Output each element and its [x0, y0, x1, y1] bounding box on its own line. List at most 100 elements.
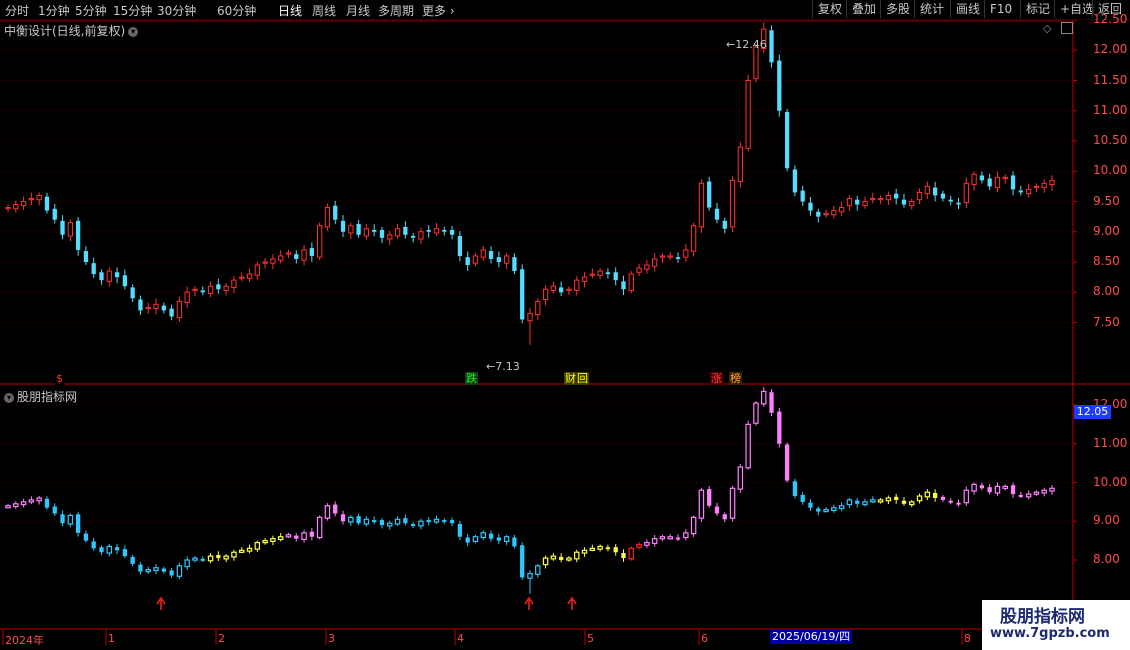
event-marker-4[interactable]: 涨 — [710, 372, 723, 385]
period-tab-1[interactable]: 1分钟 — [38, 2, 70, 19]
candle-body — [99, 272, 104, 281]
toolbar-button-4[interactable]: 画线 — [950, 0, 985, 18]
main-y-tick-label: 11.00 — [1093, 102, 1128, 117]
indicator-bar — [1018, 494, 1023, 497]
toolbar-button-3[interactable]: 统计 — [914, 0, 949, 18]
candle-body — [994, 176, 1001, 189]
diamond-icon[interactable]: ◇ — [1043, 22, 1051, 35]
indicator-bar — [870, 499, 876, 503]
candle-body — [106, 270, 112, 282]
indicator-bar — [169, 570, 174, 576]
candle-body — [161, 305, 166, 311]
event-marker-5[interactable]: 榜 — [729, 372, 742, 385]
indicator-bar — [277, 536, 284, 541]
candle-body — [566, 288, 572, 291]
indicator-bar — [956, 502, 961, 505]
indicator-y-tick-label: 10.00 — [1093, 474, 1128, 489]
indicator-bar — [855, 500, 860, 504]
indicator-bar — [254, 541, 261, 550]
candle-body — [294, 254, 299, 259]
indicator-bar — [877, 499, 884, 503]
event-marker-3[interactable]: 回 — [576, 372, 589, 385]
indicator-bar — [44, 498, 50, 508]
toolbar-button-6[interactable]: 标记 — [1020, 0, 1055, 18]
period-tab-9[interactable]: 多周期 — [378, 2, 414, 19]
indicator-bar — [184, 559, 190, 568]
period-tab-10[interactable]: 更多 › — [422, 2, 455, 19]
period-tab-7[interactable]: 周线 — [312, 2, 336, 19]
period-tab-4[interactable]: 30分钟 — [157, 2, 196, 19]
candle-body — [683, 249, 689, 258]
candle-body — [581, 276, 588, 282]
indicator-bar — [433, 518, 440, 523]
candle-body — [278, 255, 284, 261]
indicator-bar — [963, 489, 970, 504]
period-tab-0[interactable]: 分时 — [5, 2, 29, 19]
candle-body — [184, 291, 190, 304]
indicator-bar — [480, 532, 486, 539]
pane-toggle-icon[interactable] — [1061, 22, 1073, 34]
toolbar-button-2[interactable]: 多股 — [880, 0, 915, 18]
x-axis-label: 6 — [701, 632, 708, 645]
indicator-bar — [784, 444, 790, 481]
candle-body — [675, 257, 681, 259]
candle-body — [246, 273, 253, 279]
watermark-url: www.7gpzb.com — [990, 626, 1110, 641]
candle-body — [169, 308, 174, 317]
indicator-bar — [566, 557, 572, 561]
period-tab-8[interactable]: 月线 — [346, 2, 370, 19]
indicator-bar — [465, 537, 470, 543]
main-pane-title: 中衡设计(日线,前复权) ▾ — [4, 22, 139, 39]
indicator-bar — [161, 568, 166, 572]
period-tab-2[interactable]: 5分钟 — [75, 2, 107, 19]
indicator-bar — [823, 509, 829, 513]
main-y-tick-label: 10.00 — [1093, 163, 1128, 178]
indicator-bar — [636, 543, 642, 548]
candle-body — [963, 182, 969, 204]
last-price-box: 12.05 — [1074, 405, 1111, 419]
chevron-down-icon[interactable]: ▾ — [128, 26, 139, 37]
candle-body — [823, 213, 829, 216]
indicator-bar — [36, 497, 42, 502]
candle-body — [379, 229, 385, 238]
indicator-bar — [550, 555, 557, 560]
period-tab-6[interactable]: 日线 — [278, 2, 302, 19]
candle-body — [44, 196, 50, 211]
indicator-bar — [130, 556, 135, 564]
indicator-bar — [574, 551, 580, 560]
period-tab-3[interactable]: 15分钟 — [113, 2, 152, 19]
chevron-down-icon[interactable]: ▾ — [4, 392, 14, 403]
indicator-bar — [512, 537, 517, 547]
candle-body — [745, 80, 751, 149]
indicator-bar — [971, 483, 977, 492]
indicator-bar — [1010, 485, 1016, 495]
event-marker-1[interactable]: 跌 — [465, 372, 478, 385]
indicator-bar — [333, 504, 338, 514]
candle-body — [838, 207, 845, 213]
candle-body — [924, 185, 930, 195]
candle-body — [550, 285, 557, 291]
candle-body — [1002, 176, 1008, 180]
indicator-bar — [559, 556, 564, 560]
toolbar-button-0[interactable]: 复权 — [812, 0, 847, 18]
indicator-bar — [207, 555, 214, 562]
indicator-bar — [605, 547, 611, 550]
candle-body — [91, 263, 96, 275]
candle-body — [535, 300, 541, 316]
period-tab-5[interactable]: 60分钟 — [217, 2, 256, 19]
toolbar-button-5[interactable]: F10 — [984, 0, 1017, 18]
indicator-bar — [238, 549, 245, 553]
main-y-tick-label: 12.50 — [1093, 12, 1128, 26]
indicator-bar — [690, 516, 697, 535]
indicator-bar — [994, 485, 1001, 494]
x-axis-label: 8 — [964, 632, 971, 645]
toolbar-button-1[interactable]: 叠加 — [846, 0, 881, 18]
indicator-bar — [644, 541, 650, 546]
event-marker-0[interactable]: $ — [55, 372, 64, 385]
indicator-bar — [387, 522, 393, 527]
indicator-bar — [683, 532, 689, 539]
candle-body — [13, 204, 19, 210]
main-y-tick-label: 7.50 — [1093, 314, 1120, 329]
candle-body — [316, 225, 323, 258]
chart-area[interactable] — [0, 20, 1130, 650]
